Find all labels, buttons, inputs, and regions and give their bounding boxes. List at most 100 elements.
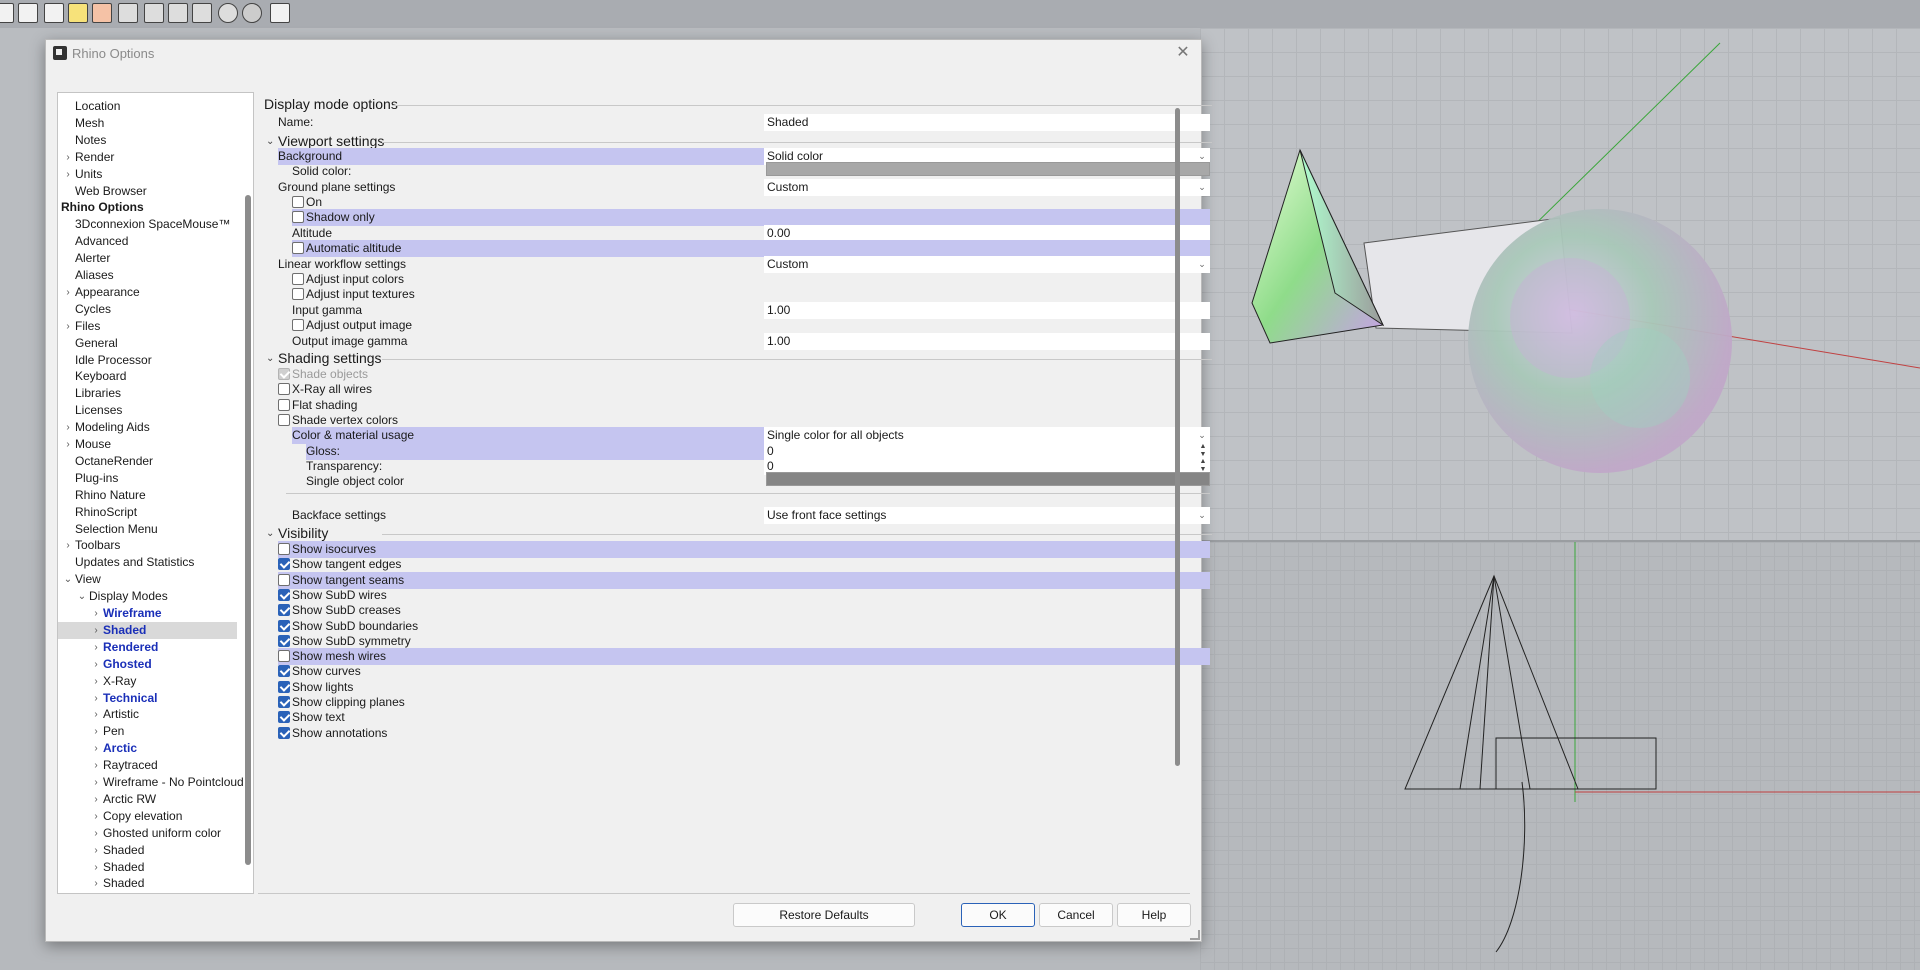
chevron-right-icon[interactable]: › (91, 757, 101, 774)
color-usage-combo[interactable]: Single color for all objects ⌄ (764, 427, 1210, 444)
flat-shading-checkbox[interactable] (278, 399, 290, 411)
visibility-item-0-checkbox[interactable] (278, 543, 290, 555)
chevron-right-icon[interactable]: › (91, 842, 101, 859)
chevron-right-icon[interactable]: › (91, 673, 101, 690)
chevron-right-icon[interactable]: › (63, 149, 73, 166)
tree-item[interactable]: › Modeling Aids (58, 419, 244, 436)
chevron-down-icon[interactable]: ⌄ (63, 571, 73, 588)
adjust-input-colors-checkbox[interactable] (292, 273, 304, 285)
tree-item[interactable]: Plug-ins (58, 470, 244, 487)
tree-item[interactable]: › Files (58, 318, 244, 335)
visibility-item-5-checkbox[interactable] (278, 619, 290, 632)
ground-plane-combo[interactable]: Custom ⌄ (764, 179, 1210, 196)
tree-item[interactable]: Cycles (58, 301, 244, 318)
chevron-right-icon[interactable]: › (91, 808, 101, 825)
help-button[interactable]: Help (1117, 903, 1191, 927)
tree-item[interactable]: › Units (58, 166, 244, 183)
chevron-right-icon[interactable]: › (91, 774, 101, 791)
document-icon[interactable] (44, 3, 64, 23)
close-icon[interactable]: ✕ (1171, 42, 1195, 64)
visibility-item-12-checkbox[interactable] (278, 726, 290, 739)
viewport-settings-header[interactable]: Viewport settings (278, 133, 384, 149)
page-icon[interactable] (270, 3, 290, 23)
document-icon[interactable] (92, 3, 112, 23)
tree-item[interactable]: › Technical (58, 690, 244, 707)
adjust-input-textures-checkbox[interactable] (292, 288, 304, 300)
chevron-down-icon[interactable]: ⌄ (1196, 179, 1208, 196)
left-viewport[interactable] (0, 540, 46, 970)
tree-item[interactable]: Idle Processor (58, 352, 244, 369)
chevron-right-icon[interactable]: › (63, 537, 73, 554)
tree-item[interactable]: Licenses (58, 402, 244, 419)
gear-icon[interactable] (242, 3, 262, 23)
visibility-item-9-checkbox[interactable] (278, 680, 290, 693)
cancel-button[interactable]: Cancel (1039, 903, 1113, 927)
tree-item[interactable]: Web Browser (58, 183, 244, 200)
resize-grip[interactable] (1190, 930, 1200, 940)
chevron-right-icon[interactable]: › (63, 166, 73, 183)
tree-item[interactable]: › Shaded (58, 842, 244, 859)
tree-item[interactable]: › Appearance (58, 284, 244, 301)
tree-item[interactable]: › Shaded (58, 859, 244, 876)
chevron-right-icon[interactable]: › (63, 318, 73, 335)
tree-item[interactable]: Updates and Statistics (58, 554, 244, 571)
chevron-right-icon[interactable]: › (91, 740, 101, 757)
chevron-down-icon[interactable]: ⌄ (266, 353, 274, 364)
chevron-down-icon[interactable]: ⌄ (266, 136, 274, 147)
below-viewport[interactable] (46, 940, 1200, 970)
visibility-item-11-checkbox[interactable] (278, 711, 290, 724)
tree-item[interactable]: › Wireframe (58, 605, 244, 622)
chevron-right-icon[interactable]: › (91, 690, 101, 707)
tree-item[interactable]: › Shaded (58, 875, 244, 892)
backface-combo[interactable]: Use front face settings ⌄ (764, 507, 1210, 524)
visibility-item-6-checkbox[interactable] (278, 634, 290, 647)
tree-item[interactable]: 3Dconnexion SpaceMouse™ (58, 216, 244, 233)
tree-item[interactable]: Keyboard (58, 368, 244, 385)
adjust-output-image-checkbox[interactable] (292, 319, 304, 331)
layer-icon[interactable] (144, 3, 164, 23)
layer-icon[interactable] (168, 3, 188, 23)
tree-item[interactable]: Notes (58, 132, 244, 149)
chevron-right-icon[interactable]: › (63, 419, 73, 436)
chevron-right-icon[interactable]: › (91, 859, 101, 876)
tree-item[interactable]: ⌄ Display Modes (58, 588, 244, 605)
linear-workflow-combo[interactable]: Custom ⌄ (764, 256, 1210, 273)
title-bar[interactable]: Rhino Options ✕ (46, 40, 1201, 66)
chevron-right-icon[interactable]: › (91, 723, 101, 740)
tree-item[interactable]: General (58, 335, 244, 352)
bulb-icon[interactable] (68, 3, 88, 23)
chevron-down-icon[interactable]: ⌄ (1196, 256, 1208, 273)
visibility-item-10-checkbox[interactable] (278, 696, 290, 708)
options-tree[interactable]: Location Mesh Notes › Render › Units Web Browse… (57, 92, 254, 894)
tree-item[interactable]: › Artistic (58, 706, 244, 723)
spheres-icon[interactable] (218, 3, 238, 23)
chevron-right-icon[interactable]: › (91, 622, 101, 639)
visibility-item-8-checkbox[interactable] (278, 665, 290, 678)
perspective-viewport[interactable] (1200, 28, 1920, 540)
pencil-icon[interactable] (18, 3, 38, 23)
tree-item[interactable]: Selection Menu (58, 521, 244, 538)
content-scrollbar[interactable] (1175, 108, 1180, 766)
chevron-right-icon[interactable]: › (91, 825, 101, 842)
name-field[interactable]: Shaded (764, 114, 1210, 131)
layer-icon[interactable] (118, 3, 138, 23)
chevron-right-icon[interactable]: › (91, 639, 101, 656)
visibility-item-2-checkbox[interactable] (278, 573, 290, 586)
chevron-right-icon[interactable]: › (63, 436, 73, 453)
chevron-right-icon[interactable]: › (91, 875, 101, 892)
chevron-right-icon[interactable]: › (91, 605, 101, 622)
input-gamma-field[interactable]: 1.00 (764, 302, 1210, 319)
visibility-item-1-checkbox[interactable] (278, 558, 290, 571)
ok-button[interactable]: OK (961, 903, 1035, 927)
tree-item[interactable]: Libraries (58, 385, 244, 402)
chevron-down-icon[interactable]: ⌄ (77, 588, 87, 605)
tree-item[interactable]: › Ghosted (58, 656, 244, 673)
tree-item[interactable]: ⌄ View (58, 571, 244, 588)
tree-item[interactable]: Location (58, 98, 244, 115)
tree-item[interactable]: › Copy elevation (58, 808, 244, 825)
chevron-right-icon[interactable]: › (91, 706, 101, 723)
solid-color-swatch[interactable] (766, 162, 1210, 176)
tree-item[interactable]: › Pen (58, 723, 244, 740)
visibility-item-7-checkbox[interactable] (278, 650, 290, 663)
tree-item[interactable]: Rhino Options (58, 199, 244, 216)
